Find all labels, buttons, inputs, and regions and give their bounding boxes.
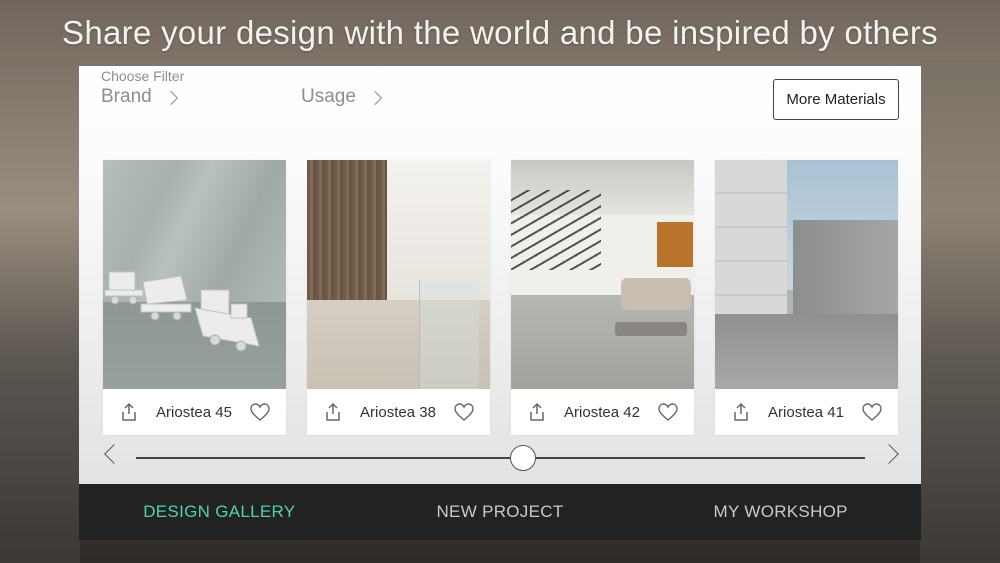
slider-thumb[interactable] — [510, 445, 536, 471]
gallery-panel: Choose Filter Brand Usage More Materials — [79, 66, 921, 484]
card-photo[interactable] — [103, 160, 286, 389]
card-footer: Ariostea 41 — [715, 389, 898, 435]
toy-trains-illustration — [104, 271, 260, 352]
card-title: Ariostea 42 — [564, 403, 640, 421]
filter-brand[interactable]: Brand — [101, 86, 178, 108]
bottom-tab-bar: DESIGN GALLERY NEW PROJECT MY WORKSHOP — [79, 484, 921, 540]
card-title: Ariostea 45 — [156, 403, 232, 421]
chevron-right-icon[interactable] — [879, 444, 899, 464]
gallery-card[interactable]: Ariostea 38 — [307, 160, 490, 435]
heart-icon[interactable] — [657, 402, 679, 422]
share-icon[interactable] — [119, 402, 139, 422]
background-left — [0, 60, 80, 563]
card-photo[interactable] — [511, 160, 694, 389]
headline: Share your design with the world and be … — [62, 14, 938, 51]
chevron-right-icon — [163, 90, 178, 105]
chevron-right-icon — [367, 90, 382, 105]
share-icon[interactable] — [323, 402, 343, 422]
card-photo[interactable] — [715, 160, 898, 389]
gallery-card[interactable]: Ariostea 45 — [103, 160, 286, 435]
gallery-card[interactable]: Ariostea 42 — [511, 160, 694, 435]
share-icon[interactable] — [731, 402, 751, 422]
filter-usage[interactable]: Usage — [301, 86, 382, 108]
card-footer: Ariostea 38 — [307, 389, 490, 435]
filter-brand-label: Brand — [101, 86, 152, 107]
more-materials-button[interactable]: More Materials — [773, 79, 899, 120]
heart-icon[interactable] — [453, 402, 475, 422]
card-photo[interactable] — [307, 160, 490, 389]
tab-new-project[interactable]: NEW PROJECT — [360, 502, 641, 522]
heart-icon[interactable] — [861, 402, 883, 422]
share-icon[interactable] — [527, 402, 547, 422]
card-list: Ariostea 45 Ariostea 38 Ariostea 42 Ario… — [103, 160, 898, 435]
tab-design-gallery[interactable]: DESIGN GALLERY — [79, 502, 360, 522]
gallery-card[interactable]: Ariostea 41 — [715, 160, 898, 435]
slider-track[interactable] — [136, 457, 865, 459]
heart-icon[interactable] — [249, 402, 271, 422]
filter-caption: Choose Filter — [101, 68, 185, 84]
card-footer: Ariostea 42 — [511, 389, 694, 435]
card-title: Ariostea 41 — [768, 403, 844, 421]
tab-my-workshop[interactable]: MY WORKSHOP — [640, 502, 921, 522]
filter-usage-label: Usage — [301, 86, 356, 107]
chevron-left-icon[interactable] — [104, 444, 124, 464]
card-footer: Ariostea 45 — [103, 389, 286, 435]
background-right — [920, 60, 1000, 563]
card-title: Ariostea 38 — [360, 403, 436, 421]
